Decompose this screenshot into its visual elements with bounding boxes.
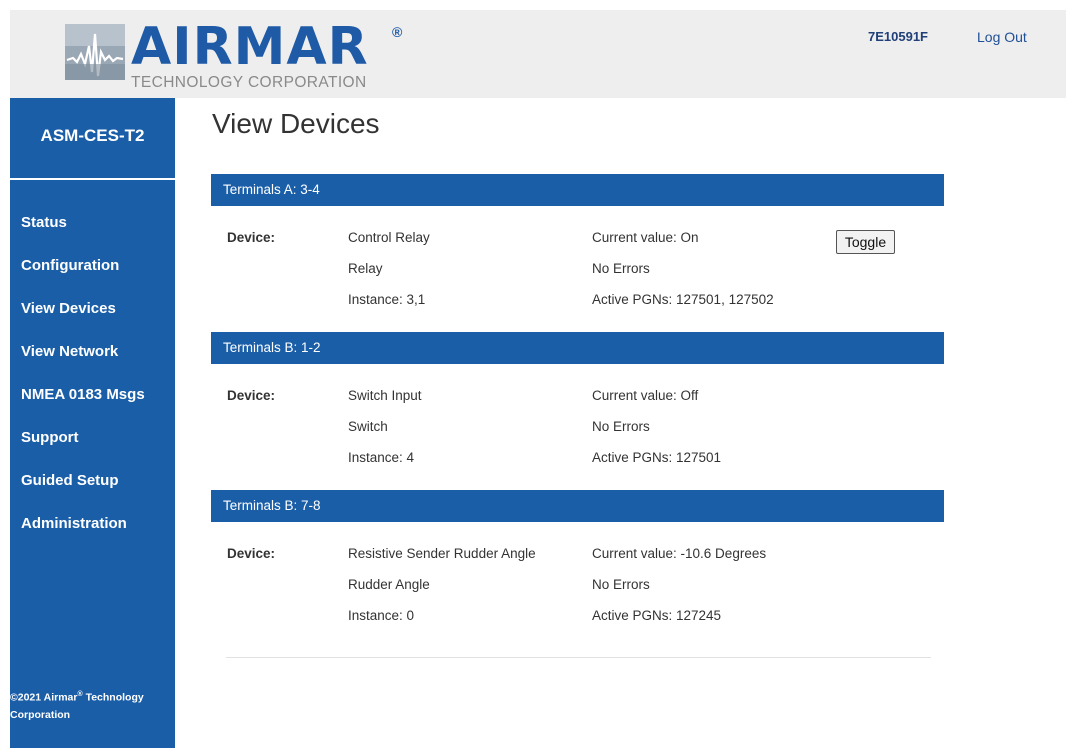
section-header: Terminals B: 7-8 — [211, 490, 944, 522]
copyright-notice: ©2021 Airmar® Technology Corporation — [10, 686, 170, 724]
airmar-logo: AIRMAR ® TECHNOLOGY CORPORATION — [65, 17, 425, 96]
sidebar: ASM-CES-T2 Status Configuration View Dev… — [10, 98, 175, 748]
device-section-terminals-b-1-2: Terminals B: 1-2 Device: Switch Input Cu… — [211, 332, 944, 473]
device-instance: Instance: 4 — [348, 450, 415, 465]
active-pgns: Active PGNs: 127245 — [592, 608, 722, 623]
device-instance: Instance: 0 — [348, 608, 415, 623]
sidebar-item-support[interactable]: Support — [10, 427, 175, 470]
device-name: Resistive Sender Rudder Angle — [348, 546, 536, 561]
device-details: Device: Resistive Sender Rudder Angle Cu… — [211, 522, 944, 631]
sidebar-item-guided-setup[interactable]: Guided Setup — [10, 470, 175, 513]
error-status: No Errors — [592, 419, 650, 434]
logout-link[interactable]: Log Out — [977, 29, 1027, 45]
device-id: 7E10591F — [868, 29, 928, 44]
content-divider — [226, 657, 931, 658]
device-type: Switch — [348, 419, 388, 434]
section-header: Terminals A: 3-4 — [211, 174, 944, 206]
sidebar-nav: Status Configuration View Devices View N… — [10, 212, 175, 556]
device-row: Instance: 4 Active PGNs: 127501 — [211, 442, 944, 473]
device-row: Device: Control Relay Current value: On — [211, 222, 944, 253]
sidebar-item-configuration[interactable]: Configuration — [10, 255, 175, 298]
device-row: Device: Resistive Sender Rudder Angle Cu… — [211, 538, 944, 569]
sidebar-item-view-network[interactable]: View Network — [10, 341, 175, 384]
device-name: Control Relay — [348, 230, 430, 245]
airmar-logo-mark-icon — [65, 24, 125, 80]
device-row: Rudder Angle No Errors — [211, 569, 944, 600]
device-name: Switch Input — [348, 388, 422, 403]
device-row: Relay No Errors — [211, 253, 944, 284]
device-type: Relay — [348, 261, 383, 276]
device-label: Device: — [227, 388, 276, 403]
device-instance: Instance: 3,1 — [348, 292, 426, 307]
current-value: Current value: -10.6 Degrees — [592, 546, 767, 561]
device-row: Instance: 0 Active PGNs: 127245 — [211, 600, 944, 631]
sidebar-item-status[interactable]: Status — [10, 212, 175, 255]
brand-subtitle: TECHNOLOGY CORPORATION — [131, 74, 367, 91]
toggle-button[interactable]: Toggle — [836, 230, 895, 254]
current-value: Current value: Off — [592, 388, 699, 403]
top-header: AIRMAR ® TECHNOLOGY CORPORATION 7E10591F… — [10, 10, 1066, 98]
current-value: Current value: On — [592, 230, 699, 245]
device-type: Rudder Angle — [348, 577, 430, 592]
device-section-terminals-b-7-8: Terminals B: 7-8 Device: Resistive Sende… — [211, 490, 944, 631]
registered-mark: ® — [392, 24, 403, 40]
device-details: Device: Control Relay Current value: On … — [211, 206, 944, 315]
section-header: Terminals B: 1-2 — [211, 332, 944, 364]
sidebar-divider — [10, 178, 175, 180]
sidebar-title: ASM-CES-T2 — [40, 126, 145, 145]
device-label: Device: — [227, 230, 276, 245]
sidebar-item-administration[interactable]: Administration — [10, 513, 175, 556]
active-pgns: Active PGNs: 127501, 127502 — [592, 292, 774, 307]
device-label: Device: — [227, 546, 276, 561]
sidebar-item-view-devices[interactable]: View Devices — [10, 298, 175, 341]
device-details: Device: Switch Input Current value: Off … — [211, 364, 944, 473]
page-title: View Devices — [212, 108, 380, 139]
device-row: Device: Switch Input Current value: Off — [211, 380, 944, 411]
sidebar-item-nmea-0183-msgs[interactable]: NMEA 0183 Msgs — [10, 384, 175, 427]
copyright-text: ©2021 Airmar — [10, 691, 78, 704]
active-pgns: Active PGNs: 127501 — [592, 450, 722, 465]
brand-wordmark: AIRMAR — [131, 17, 369, 77]
error-status: No Errors — [592, 261, 650, 276]
error-status: No Errors — [592, 577, 650, 592]
device-row: Switch No Errors — [211, 411, 944, 442]
device-row: Instance: 3,1 Active PGNs: 127501, 12750… — [211, 284, 944, 315]
device-section-terminals-a-3-4: Terminals A: 3-4 Device: Control Relay C… — [211, 174, 944, 315]
